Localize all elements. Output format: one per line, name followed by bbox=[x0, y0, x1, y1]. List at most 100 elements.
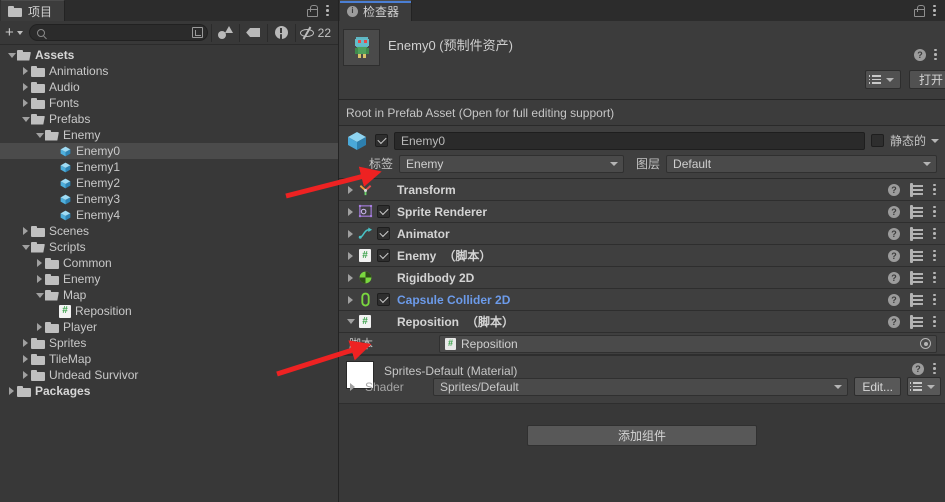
component-enabled-checkbox[interactable] bbox=[377, 227, 390, 240]
tree-item-assets[interactable]: Assets bbox=[0, 47, 338, 63]
preset-icon[interactable] bbox=[910, 271, 923, 284]
tree-item-map[interactable]: Map bbox=[0, 287, 338, 303]
chevron-right-icon[interactable] bbox=[20, 79, 31, 95]
add-component-button[interactable]: 添加组件 bbox=[527, 425, 757, 446]
shader-dropdown[interactable]: Sprites/Default bbox=[433, 377, 849, 396]
chevron-right-icon[interactable] bbox=[344, 270, 357, 286]
tree-item-animations[interactable]: Animations bbox=[0, 63, 338, 79]
kebab-menu-icon[interactable] bbox=[933, 227, 937, 240]
tree-item-undead-survivor[interactable]: Undead Survivor bbox=[0, 367, 338, 383]
kebab-menu-icon[interactable] bbox=[933, 4, 937, 17]
tab-project[interactable]: 项目 bbox=[0, 0, 66, 21]
help-icon[interactable]: ? bbox=[912, 362, 924, 375]
chevron-right-icon[interactable] bbox=[34, 255, 45, 271]
static-checkbox[interactable] bbox=[870, 134, 884, 147]
kebab-menu-icon[interactable] bbox=[933, 249, 937, 262]
preset-icon[interactable] bbox=[910, 227, 923, 240]
gameobject-name-field[interactable]: Enemy0 bbox=[394, 131, 865, 150]
tree-item-fonts[interactable]: Fonts bbox=[0, 95, 338, 111]
help-icon[interactable]: ? bbox=[888, 271, 900, 284]
tree-item-enemy3[interactable]: Enemy3 bbox=[0, 191, 338, 207]
search-expand-icon[interactable] bbox=[191, 27, 203, 38]
tree-item-audio[interactable]: Audio bbox=[0, 79, 338, 95]
component-row-reposition[interactable]: # Reposition （脚本）? bbox=[339, 311, 945, 333]
tree-item-prefabs[interactable]: Prefabs bbox=[0, 111, 338, 127]
chevron-right-icon[interactable] bbox=[20, 367, 31, 383]
preset-icon[interactable] bbox=[910, 205, 923, 218]
chevron-right-icon[interactable] bbox=[20, 63, 31, 79]
shader-edit-button[interactable]: Edit... bbox=[854, 377, 901, 396]
tree-item-player[interactable]: Player bbox=[0, 319, 338, 335]
kebab-menu-icon[interactable] bbox=[933, 362, 937, 375]
search-input[interactable] bbox=[44, 26, 192, 39]
chevron-down-icon[interactable] bbox=[6, 47, 17, 63]
object-picker-icon[interactable] bbox=[920, 338, 931, 349]
chevron-right-icon[interactable] bbox=[344, 204, 357, 220]
chevron-right-icon[interactable] bbox=[6, 383, 17, 399]
tree-item-enemy0[interactable]: Enemy0 bbox=[0, 143, 338, 159]
component-row-sprite-renderer[interactable]: Sprite Renderer? bbox=[339, 201, 945, 223]
tag-dropdown[interactable]: Enemy bbox=[399, 154, 625, 173]
chevron-down-icon[interactable] bbox=[931, 138, 939, 143]
chevron-down-icon[interactable] bbox=[20, 111, 31, 127]
label-filter-icon[interactable] bbox=[240, 22, 267, 43]
open-prefab-button[interactable]: 打开 bbox=[908, 70, 945, 89]
layer-dropdown[interactable]: Default bbox=[666, 154, 937, 173]
kebab-menu-icon[interactable] bbox=[933, 183, 937, 196]
chevron-right-icon[interactable] bbox=[344, 292, 357, 308]
kebab-menu-icon[interactable] bbox=[934, 48, 938, 61]
lock-icon[interactable] bbox=[306, 4, 318, 17]
tree-item-scripts[interactable]: Scripts bbox=[0, 239, 338, 255]
tree-item-packages[interactable]: Packages bbox=[0, 383, 338, 399]
tree-item-enemy[interactable]: Enemy bbox=[0, 127, 338, 143]
chevron-right-icon[interactable] bbox=[20, 95, 31, 111]
preset-list-button[interactable] bbox=[865, 70, 901, 89]
search-field[interactable] bbox=[28, 24, 208, 41]
kebab-menu-icon[interactable] bbox=[933, 205, 937, 218]
tree-item-common[interactable]: Common bbox=[0, 255, 338, 271]
tree-item-tilemap[interactable]: TileMap bbox=[0, 351, 338, 367]
component-enabled-checkbox[interactable] bbox=[377, 293, 390, 306]
chevron-down-icon[interactable] bbox=[344, 314, 357, 330]
help-icon[interactable]: ? bbox=[888, 293, 900, 306]
preset-icon[interactable] bbox=[910, 183, 923, 196]
help-icon[interactable]: ? bbox=[914, 48, 926, 61]
chevron-right-icon[interactable] bbox=[34, 319, 45, 335]
tree-item-reposition[interactable]: # Reposition bbox=[0, 303, 338, 319]
chevron-right-icon[interactable] bbox=[20, 351, 31, 367]
tree-item-enemy[interactable]: Enemy bbox=[0, 271, 338, 287]
help-icon[interactable]: ? bbox=[888, 227, 900, 240]
lock-icon[interactable] bbox=[913, 4, 925, 17]
preset-icon[interactable] bbox=[910, 249, 923, 262]
favorite-filter-icon[interactable] bbox=[212, 22, 239, 43]
chevron-right-icon[interactable] bbox=[344, 248, 357, 264]
tree-item-enemy1[interactable]: Enemy1 bbox=[0, 159, 338, 175]
help-icon[interactable]: ? bbox=[888, 183, 900, 196]
tree-item-enemy4[interactable]: Enemy4 bbox=[0, 207, 338, 223]
help-icon[interactable]: ? bbox=[888, 315, 900, 328]
component-row-rigidbody-2d[interactable]: Rigidbody 2D? bbox=[339, 267, 945, 289]
preset-icon[interactable] bbox=[910, 315, 923, 328]
material-expand-arrow[interactable] bbox=[346, 379, 359, 395]
kebab-menu-icon[interactable] bbox=[933, 271, 937, 284]
component-row-transform[interactable]: Transform? bbox=[339, 179, 945, 201]
chevron-right-icon[interactable] bbox=[344, 226, 357, 242]
script-object-field[interactable]: # Reposition bbox=[439, 334, 937, 353]
preset-icon[interactable] bbox=[910, 293, 923, 306]
component-row-animator[interactable]: Animator? bbox=[339, 223, 945, 245]
create-asset-button[interactable]: + bbox=[2, 24, 27, 41]
kebab-menu-icon[interactable] bbox=[933, 293, 937, 306]
chevron-down-icon[interactable] bbox=[34, 127, 45, 143]
kebab-menu-icon[interactable] bbox=[933, 315, 937, 328]
chevron-right-icon[interactable] bbox=[20, 335, 31, 351]
chevron-right-icon[interactable] bbox=[344, 182, 357, 198]
component-row-capsule-collider-2d[interactable]: Capsule Collider 2D? bbox=[339, 289, 945, 311]
warning-filter-icon[interactable] bbox=[268, 22, 295, 43]
chevron-right-icon[interactable] bbox=[34, 271, 45, 287]
tree-item-enemy2[interactable]: Enemy2 bbox=[0, 175, 338, 191]
chevron-down-icon[interactable] bbox=[20, 239, 31, 255]
component-row-enemy[interactable]: # Enemy （脚本）? bbox=[339, 245, 945, 267]
tree-item-sprites[interactable]: Sprites bbox=[0, 335, 338, 351]
component-enabled-checkbox[interactable] bbox=[377, 249, 390, 262]
help-icon[interactable]: ? bbox=[888, 205, 900, 218]
